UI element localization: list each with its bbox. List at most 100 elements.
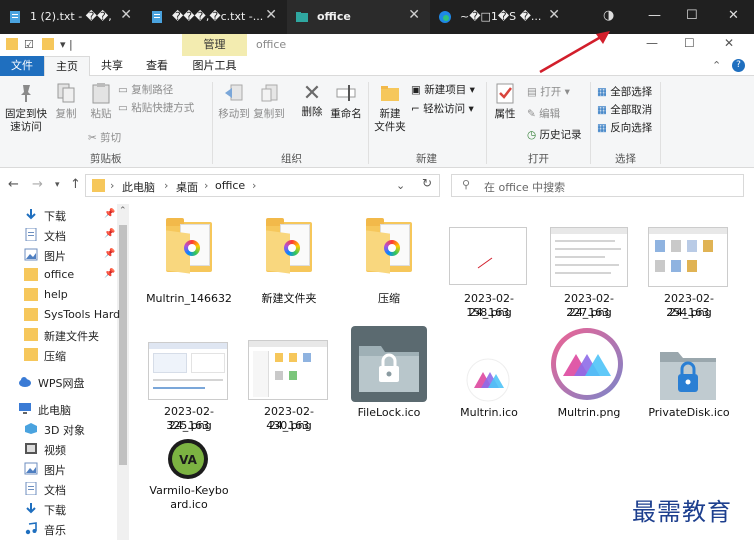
file-item-png-163254[interactable]: 2023-02-24_163 254.png (644, 212, 734, 322)
breadcrumb-desktop[interactable]: 桌面 (176, 179, 198, 195)
up-arrow-icon[interactable]: ↑ (70, 177, 81, 192)
document-icon (25, 482, 37, 495)
svg-text:VA: VA (179, 453, 197, 467)
copy-to-icon (261, 84, 278, 102)
nav-item-label: 新建文件夹 (44, 330, 99, 343)
paste-shortcut-button[interactable]: ▭ 粘贴快捷方式 (118, 100, 194, 115)
properties-icon (496, 83, 514, 104)
back-arrow-icon[interactable]: ← (8, 177, 19, 192)
file-name-ext: ard.ico (170, 498, 208, 511)
close-icon[interactable]: ✕ (548, 7, 560, 23)
file-name: 新建文件夹 (261, 292, 317, 305)
address-bar[interactable]: › 此电脑 › 桌面 › office › ⌄ (85, 174, 440, 197)
copy-path-button[interactable]: ▭ 复制路径 (118, 82, 173, 97)
close-icon[interactable]: ✕ (120, 7, 132, 23)
ribbon-separator (660, 82, 661, 164)
chevron-down-icon[interactable]: ⌄ (396, 179, 405, 192)
breadcrumb-this-pc[interactable]: 此电脑 (122, 179, 155, 195)
history-icon: ◷ (527, 129, 540, 141)
tab-picture-tools[interactable]: 图片工具 (182, 56, 247, 76)
breadcrumb-office[interactable]: office (215, 179, 245, 192)
paste-button[interactable]: 粘贴 (86, 82, 116, 121)
easy-access-label: 轻松访问 ▾ (423, 103, 474, 115)
move-to-button[interactable]: 移动到 (217, 82, 251, 121)
copy-button[interactable]: 复制 (52, 82, 80, 121)
help-icon[interactable]: ? (732, 59, 745, 72)
tab-home[interactable]: 主页 (44, 56, 90, 76)
open-button[interactable]: ▤ 打开 ▾ (527, 84, 570, 99)
select-all-button[interactable]: ▦ 全部选择 (597, 84, 652, 99)
minimize-button[interactable]: — (648, 8, 661, 23)
cube-icon (25, 423, 37, 434)
collapse-ribbon-icon[interactable]: ⌃ (712, 59, 721, 72)
file-item-png-163158[interactable]: 2023-02-24_163 158.png (444, 212, 534, 322)
nav-item-label: help (44, 288, 68, 301)
new-item-button[interactable]: ▣ 新建项目 ▾ (411, 82, 475, 97)
computer-icon (19, 403, 31, 414)
file-item-multrin-ico[interactable]: Multrin.ico (444, 326, 534, 426)
history-button[interactable]: ◷ 历史记录 (527, 127, 582, 142)
easy-access-button[interactable]: ⌐ 轻松访问 ▾ (411, 101, 474, 116)
nav-item-label: 文档 (44, 484, 66, 497)
copy-to-button[interactable]: 复制到 (252, 82, 286, 121)
file-item-png-163325[interactable]: 2023-02-24_163 325.png (144, 326, 234, 436)
maximize-button[interactable]: ☐ (686, 8, 698, 23)
ribbon-separator (368, 82, 369, 164)
file-name-ext: 430.png (266, 419, 312, 432)
file-item-filelock-ico[interactable]: FileLock.ico (344, 326, 434, 426)
select-none-label: 全部取消 (610, 104, 653, 116)
folder-icon (166, 218, 212, 274)
file-item-folder-new[interactable]: 新建文件夹 (244, 212, 334, 312)
refresh-icon[interactable]: ↻ (422, 176, 432, 190)
close-button[interactable]: ✕ (728, 8, 739, 23)
tab-share[interactable]: 共享 (90, 56, 134, 76)
invert-selection-label: 反向选择 (610, 122, 653, 134)
properties-button[interactable]: 属性 (490, 82, 520, 121)
search-input[interactable]: ⚲ 在 office 中搜索 (451, 174, 744, 197)
ribbon-separator (212, 82, 213, 164)
tab-file[interactable]: 文件 (0, 56, 44, 76)
nav-item-label: WPS网盘 (38, 377, 85, 390)
close-icon[interactable]: ✕ (265, 7, 277, 23)
rename-button[interactable]: 重命名 (329, 82, 363, 121)
maximize-button[interactable]: ☐ (684, 36, 695, 50)
file-item-multrin-png[interactable]: Multrin.png (544, 326, 634, 426)
tab-notepad-1[interactable]: 1 (2).txt - ��, ✕ (0, 0, 142, 34)
tab-notepad-2[interactable]: ���,�c.txt -... ✕ (142, 0, 287, 34)
quick-save-icon[interactable]: ☑ (24, 38, 34, 51)
theme-toggle-icon[interactable]: ◑ (603, 8, 614, 23)
multrin-logo-icon (384, 240, 400, 256)
tab-view[interactable]: 查看 (134, 56, 180, 76)
edit-button[interactable]: ✎ 编辑 (527, 106, 560, 121)
forward-arrow-icon[interactable]: → (32, 177, 43, 192)
file-name-ext: 254.png (666, 306, 712, 319)
nav-scrollbar-thumb[interactable] (119, 225, 127, 465)
group-label-organize: 组织 (281, 153, 302, 165)
select-all-icon: ▦ (597, 86, 611, 98)
invert-selection-button[interactable]: ▦ 反向选择 (597, 120, 652, 135)
recent-locations-icon[interactable]: ▾ (55, 180, 60, 190)
minimize-button[interactable]: — (646, 36, 658, 50)
delete-button[interactable]: ✕ 删除 (298, 82, 326, 119)
pin-quick-access-button[interactable]: 固定到快 速访问 (4, 82, 48, 134)
file-item-varmilo-ico[interactable]: VA Varmilo-Keybo ard.ico (144, 436, 234, 526)
customize-toolbar-icon[interactable]: ▾ | (60, 38, 73, 51)
cut-button[interactable]: ✂ 剪切 (88, 130, 121, 145)
new-folder-icon[interactable] (42, 38, 54, 50)
arrow-sketch-icon (477, 257, 493, 269)
search-placeholder: 在 office 中搜索 (484, 181, 566, 194)
file-item-folder-compressed[interactable]: 压缩 (344, 212, 434, 312)
scroll-up-icon[interactable]: ⌃ (119, 206, 127, 216)
file-item-privatedisk-ico[interactable]: PrivateDisk.ico (644, 326, 734, 426)
close-button[interactable]: ✕ (724, 36, 734, 50)
ribbon-tabs: 文件 主页 共享 查看 图片工具 ⌃ ? (0, 56, 754, 76)
select-none-button[interactable]: ▦ 全部取消 (597, 102, 652, 117)
new-folder-button[interactable]: 新建 文件夹 (372, 82, 408, 134)
file-item-png-163430[interactable]: 2023-02-24_163 430.png (244, 326, 334, 436)
close-icon[interactable]: ✕ (408, 7, 420, 23)
file-item-png-163227[interactable]: 2023-02-24_163 227.png (544, 212, 634, 322)
tab-office[interactable]: office ✕ (287, 0, 430, 34)
folder-icon (6, 38, 18, 50)
file-item-folder-multrin[interactable]: Multrin_146632 (144, 212, 234, 312)
folder-icon (296, 12, 308, 22)
